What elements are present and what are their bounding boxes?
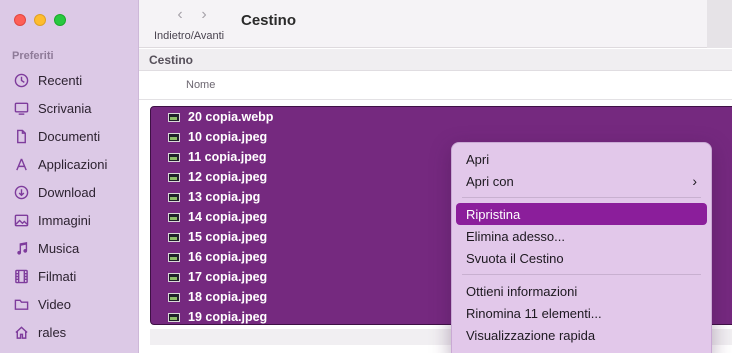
- sidebar-item-label: Applicazioni: [38, 156, 108, 172]
- menu-separator: [462, 197, 701, 198]
- menu-item-label: Apri con: [466, 173, 514, 189]
- image-file-icon: [168, 272, 180, 282]
- nav-buttons: ‹ ›: [173, 6, 211, 24]
- file-name: 18 copia.jpeg: [188, 290, 268, 304]
- clock-icon: [12, 71, 30, 89]
- file-name: 11 copia.jpeg: [188, 150, 267, 164]
- path-bar-label: Cestino: [149, 53, 194, 67]
- sidebar-item-applicazioni[interactable]: Applicazioni: [12, 150, 107, 178]
- sidebar-item-scrivania[interactable]: Scrivania: [12, 94, 107, 122]
- file-name: 20 copia.webp: [188, 110, 274, 124]
- image-file-icon: [168, 232, 180, 242]
- menu-separator: [462, 274, 701, 275]
- menu-item-visualizzazione-rapida[interactable]: Visualizzazione rapida: [456, 324, 707, 346]
- sidebar: Preferiti Recenti Scrivania Documenti Appli…: [0, 0, 139, 353]
- sidebar-section-title: Preferiti: [12, 50, 54, 62]
- sidebar-item-recenti[interactable]: Recenti: [12, 66, 107, 94]
- file-name: 14 copia.jpeg: [188, 210, 268, 224]
- image-file-icon: [168, 112, 180, 122]
- menu-item-apri-con[interactable]: Apri con ›: [456, 170, 707, 192]
- context-menu: Apri Apri con › Ripristina Elimina adesso...…: [451, 142, 712, 353]
- path-bar: Cestino: [139, 49, 732, 71]
- sidebar-item-immagini[interactable]: Immagini: [12, 206, 107, 234]
- window-title: Cestino: [241, 12, 297, 29]
- desktop-icon: [12, 99, 30, 117]
- menu-item-label: Visualizzazione rapida: [466, 327, 596, 343]
- menu-item-label: Ottieni informazioni: [466, 283, 578, 299]
- file-name: 10 copia.jpeg: [188, 130, 268, 144]
- sidebar-item-rales[interactable]: rales: [12, 318, 107, 346]
- toolbar-overflow: [707, 0, 732, 48]
- image-file-icon: [168, 292, 180, 302]
- chevron-right-icon: ›: [692, 173, 697, 189]
- menu-item-svuota-il-cestino[interactable]: Svuota il Cestino: [456, 247, 707, 269]
- file-name: 15 copia.jpeg: [188, 230, 268, 244]
- image-file-icon: [168, 192, 180, 202]
- sidebar-item-label: Filmati: [38, 268, 77, 284]
- menu-item-label: Ripristina: [466, 206, 521, 222]
- menu-item-ottieni-informazioni[interactable]: Ottieni informazioni: [456, 280, 707, 302]
- sidebar-list: Recenti Scrivania Documenti Applicazioni Dow…: [12, 66, 107, 346]
- menu-item-apri[interactable]: Apri: [456, 148, 707, 170]
- film-icon: [12, 267, 30, 285]
- menu-item-label: Apri: [466, 151, 490, 167]
- file-name: 16 copia.jpeg: [188, 250, 268, 264]
- forward-button[interactable]: ›: [197, 6, 211, 24]
- applications-icon: [12, 155, 30, 173]
- file-name: 13 copia.jpg: [188, 190, 261, 204]
- image-file-icon: [168, 152, 180, 162]
- folder-icon: [12, 295, 30, 313]
- column-header-name[interactable]: Nome: [186, 79, 215, 91]
- menu-item-label: Svuota il Cestino: [466, 250, 564, 266]
- document-icon: [12, 127, 30, 145]
- image-file-icon: [168, 132, 180, 142]
- sidebar-item-label: Recenti: [38, 72, 83, 88]
- music-icon: [12, 239, 30, 257]
- sidebar-item-download[interactable]: Download: [12, 178, 107, 206]
- nav-label: Indietro/Avanti: [154, 30, 225, 42]
- sidebar-item-label: rales: [38, 324, 67, 340]
- sidebar-item-label: Download: [38, 184, 96, 200]
- toolbar: ‹ › Indietro/Avanti Cestino: [139, 0, 707, 48]
- column-header: Nome: [139, 72, 732, 100]
- sidebar-item-filmati[interactable]: Filmati: [12, 262, 107, 290]
- sidebar-item-label: Immagini: [38, 212, 91, 228]
- minimize-window-button[interactable]: [34, 14, 46, 26]
- image-file-icon: [168, 312, 180, 322]
- sidebar-item-documenti[interactable]: Documenti: [12, 122, 107, 150]
- file-row[interactable]: 20 copia.webp: [151, 107, 732, 127]
- image-file-icon: [168, 252, 180, 262]
- menu-item-elimina-adesso[interactable]: Elimina adesso...: [456, 225, 707, 247]
- sidebar-item-label: Video: [38, 296, 72, 312]
- menu-item-label: Rinomina 11 elementi...: [466, 305, 602, 321]
- photo-icon: [12, 211, 30, 229]
- sidebar-item-video[interactable]: Video: [12, 290, 107, 318]
- sidebar-item-label: Documenti: [38, 128, 101, 144]
- sidebar-item-label: Musica: [38, 240, 80, 256]
- zoom-window-button[interactable]: [54, 14, 66, 26]
- close-window-button[interactable]: [14, 14, 26, 26]
- file-name: 19 copia.jpeg: [188, 310, 268, 324]
- window-controls: [14, 14, 66, 26]
- menu-item-label: Elimina adesso...: [466, 228, 565, 244]
- download-icon: [12, 183, 30, 201]
- back-button[interactable]: ‹: [173, 6, 187, 24]
- menu-item-rinomina-11-elementi[interactable]: Rinomina 11 elementi...: [456, 302, 707, 324]
- sidebar-item-musica[interactable]: Musica: [12, 234, 107, 262]
- image-file-icon: [168, 172, 180, 182]
- menu-item-ripristina[interactable]: Ripristina: [456, 203, 707, 225]
- file-name: 12 copia.jpeg: [188, 170, 268, 184]
- home-icon: [12, 323, 30, 341]
- sidebar-item-label: Scrivania: [38, 100, 92, 116]
- image-file-icon: [168, 212, 180, 222]
- file-name: 17 copia.jpeg: [188, 270, 268, 284]
